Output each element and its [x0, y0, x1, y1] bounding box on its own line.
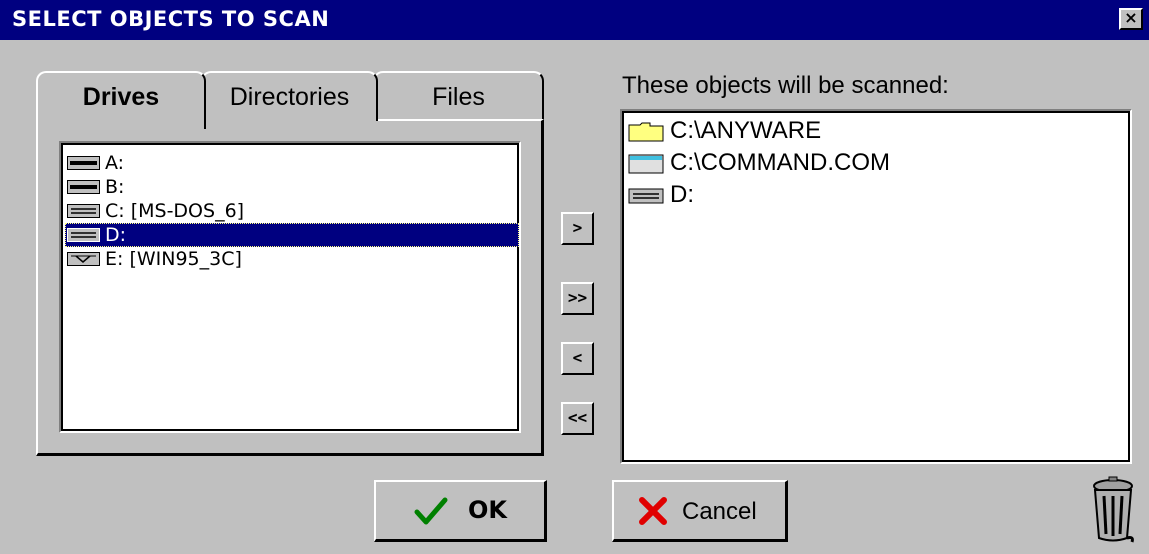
scan-item-command-com[interactable]: C:\COMMAND.COM [626, 147, 1126, 179]
checkmark-icon [414, 497, 448, 525]
remove-button[interactable]: < [561, 342, 594, 375]
scan-objects-list[interactable]: C:\ANYWARE C:\COMMAND.COM D: [620, 109, 1132, 464]
cancel-x-icon [639, 497, 667, 525]
drives-list[interactable]: A: B: C: [MS-DOS_6] D: E: [WIN95_3C] [59, 141, 521, 433]
floppy-drive-icon [67, 180, 100, 194]
scan-item-label: C:\COMMAND.COM [670, 149, 890, 176]
title-bar[interactable]: SELECT OBJECTS TO SCAN × [0, 0, 1149, 40]
scan-item-label: C:\ANYWARE [670, 117, 822, 144]
select-objects-dialog: SELECT OBJECTS TO SCAN × Drives Director… [0, 0, 1149, 554]
removable-drive-icon [67, 252, 100, 266]
drive-item-c[interactable]: C: [MS-DOS_6] [65, 199, 519, 223]
scan-list-label: These objects will be scanned: [622, 72, 949, 99]
dialog-title: SELECT OBJECTS TO SCAN [12, 7, 330, 31]
close-button[interactable]: × [1119, 8, 1143, 30]
scan-item-label: D: [670, 181, 694, 208]
close-icon: × [1124, 8, 1138, 27]
hard-drive-icon [628, 188, 664, 204]
tab-files[interactable]: Files [373, 71, 544, 121]
drive-label: E: [WIN95_3C] [105, 248, 242, 270]
file-icon [628, 154, 664, 174]
drive-label: C: [MS-DOS_6] [105, 200, 245, 222]
tab-drives[interactable]: Drives [36, 71, 206, 129]
drive-item-e[interactable]: E: [WIN95_3C] [65, 247, 519, 271]
trash-can-icon[interactable] [1090, 476, 1136, 544]
tab-directories[interactable]: Directories [201, 71, 378, 121]
remove-all-button[interactable]: << [561, 402, 594, 435]
add-all-button[interactable]: >> [561, 282, 594, 315]
drive-item-d[interactable]: D: [65, 223, 519, 247]
drive-label: B: [105, 176, 125, 198]
add-button[interactable]: > [561, 212, 594, 245]
hard-drive-icon [67, 228, 100, 242]
drive-item-a[interactable]: A: [65, 151, 519, 175]
drive-item-b[interactable]: B: [65, 175, 519, 199]
floppy-drive-icon [67, 156, 100, 170]
cancel-label: Cancel [682, 498, 757, 525]
drive-label: D: [105, 224, 127, 246]
cancel-button[interactable]: Cancel [612, 480, 788, 542]
drive-label: A: [105, 152, 125, 174]
ok-button[interactable]: OK [374, 480, 547, 542]
hard-drive-icon [67, 204, 100, 218]
ok-label: OK [468, 496, 507, 524]
scan-item-anyware[interactable]: C:\ANYWARE [626, 115, 1126, 147]
folder-icon [628, 122, 664, 142]
scan-item-d[interactable]: D: [626, 179, 1126, 211]
